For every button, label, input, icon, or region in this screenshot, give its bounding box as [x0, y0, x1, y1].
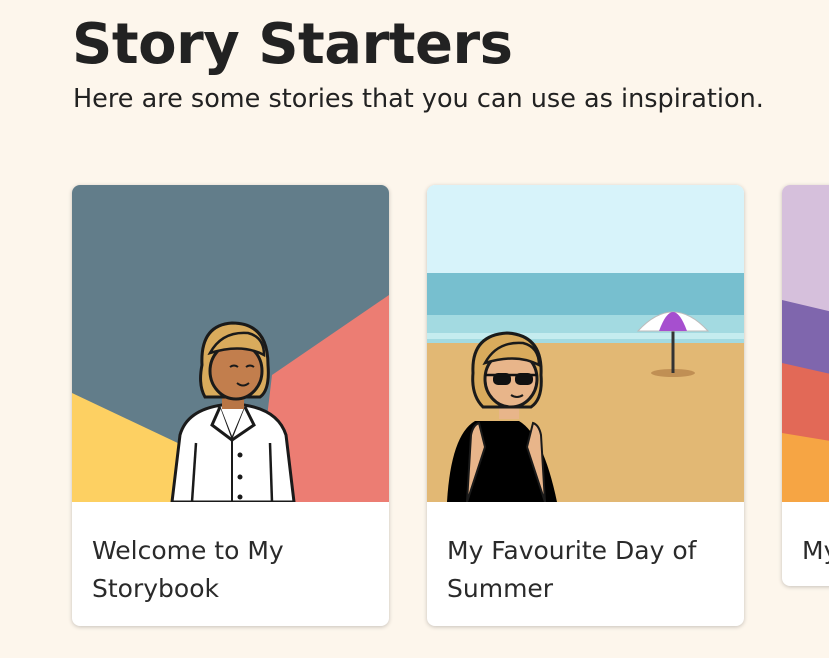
story-card-title: My Favourite Day of Summer — [447, 536, 697, 603]
story-card-title: My — [802, 536, 829, 565]
beach-illustration-icon — [427, 185, 744, 502]
story-card[interactable]: My — [782, 185, 829, 586]
storybook-illustration-icon — [72, 185, 389, 502]
story-card[interactable]: Welcome to My Storybook — [72, 185, 389, 626]
story-card[interactable]: My Favourite Day of Summer — [427, 185, 744, 626]
story-cards-list: Welcome to My Storybook My Favourite Day… — [0, 0, 829, 658]
story-card-title: Welcome to My Storybook — [92, 536, 284, 603]
abstract-illustration-icon — [782, 185, 829, 502]
